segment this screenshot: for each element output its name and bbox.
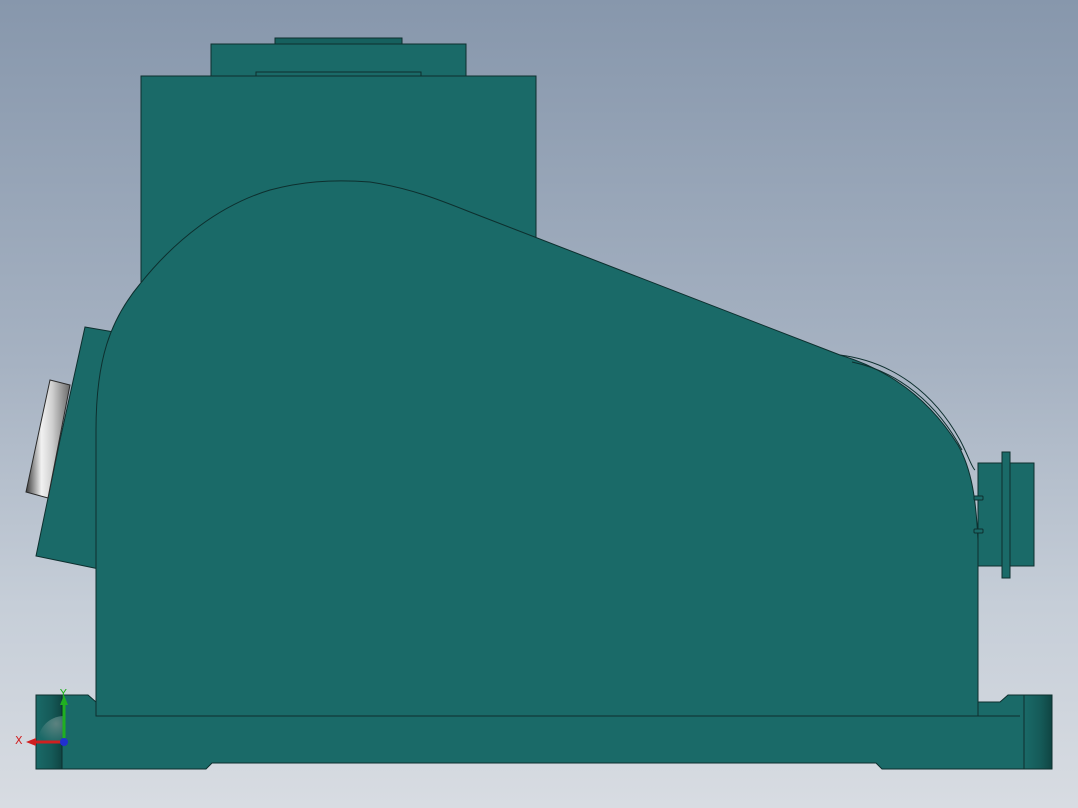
3d-viewport[interactable]: X Y — [0, 0, 1078, 808]
outlet-bolt-top — [973, 495, 984, 501]
model-scene[interactable]: X Y — [0, 0, 1078, 808]
triad-x-label: X — [15, 734, 23, 747]
outlet-flange — [1001, 451, 1011, 579]
main-pump-body — [95, 180, 979, 717]
right-foot-block — [1023, 694, 1053, 770]
outlet-bolt-bottom — [973, 528, 984, 534]
triad-x-arrow-icon — [26, 738, 36, 746]
triad-y-label: Y — [59, 687, 67, 700]
triad-z-axis — [60, 738, 68, 746]
